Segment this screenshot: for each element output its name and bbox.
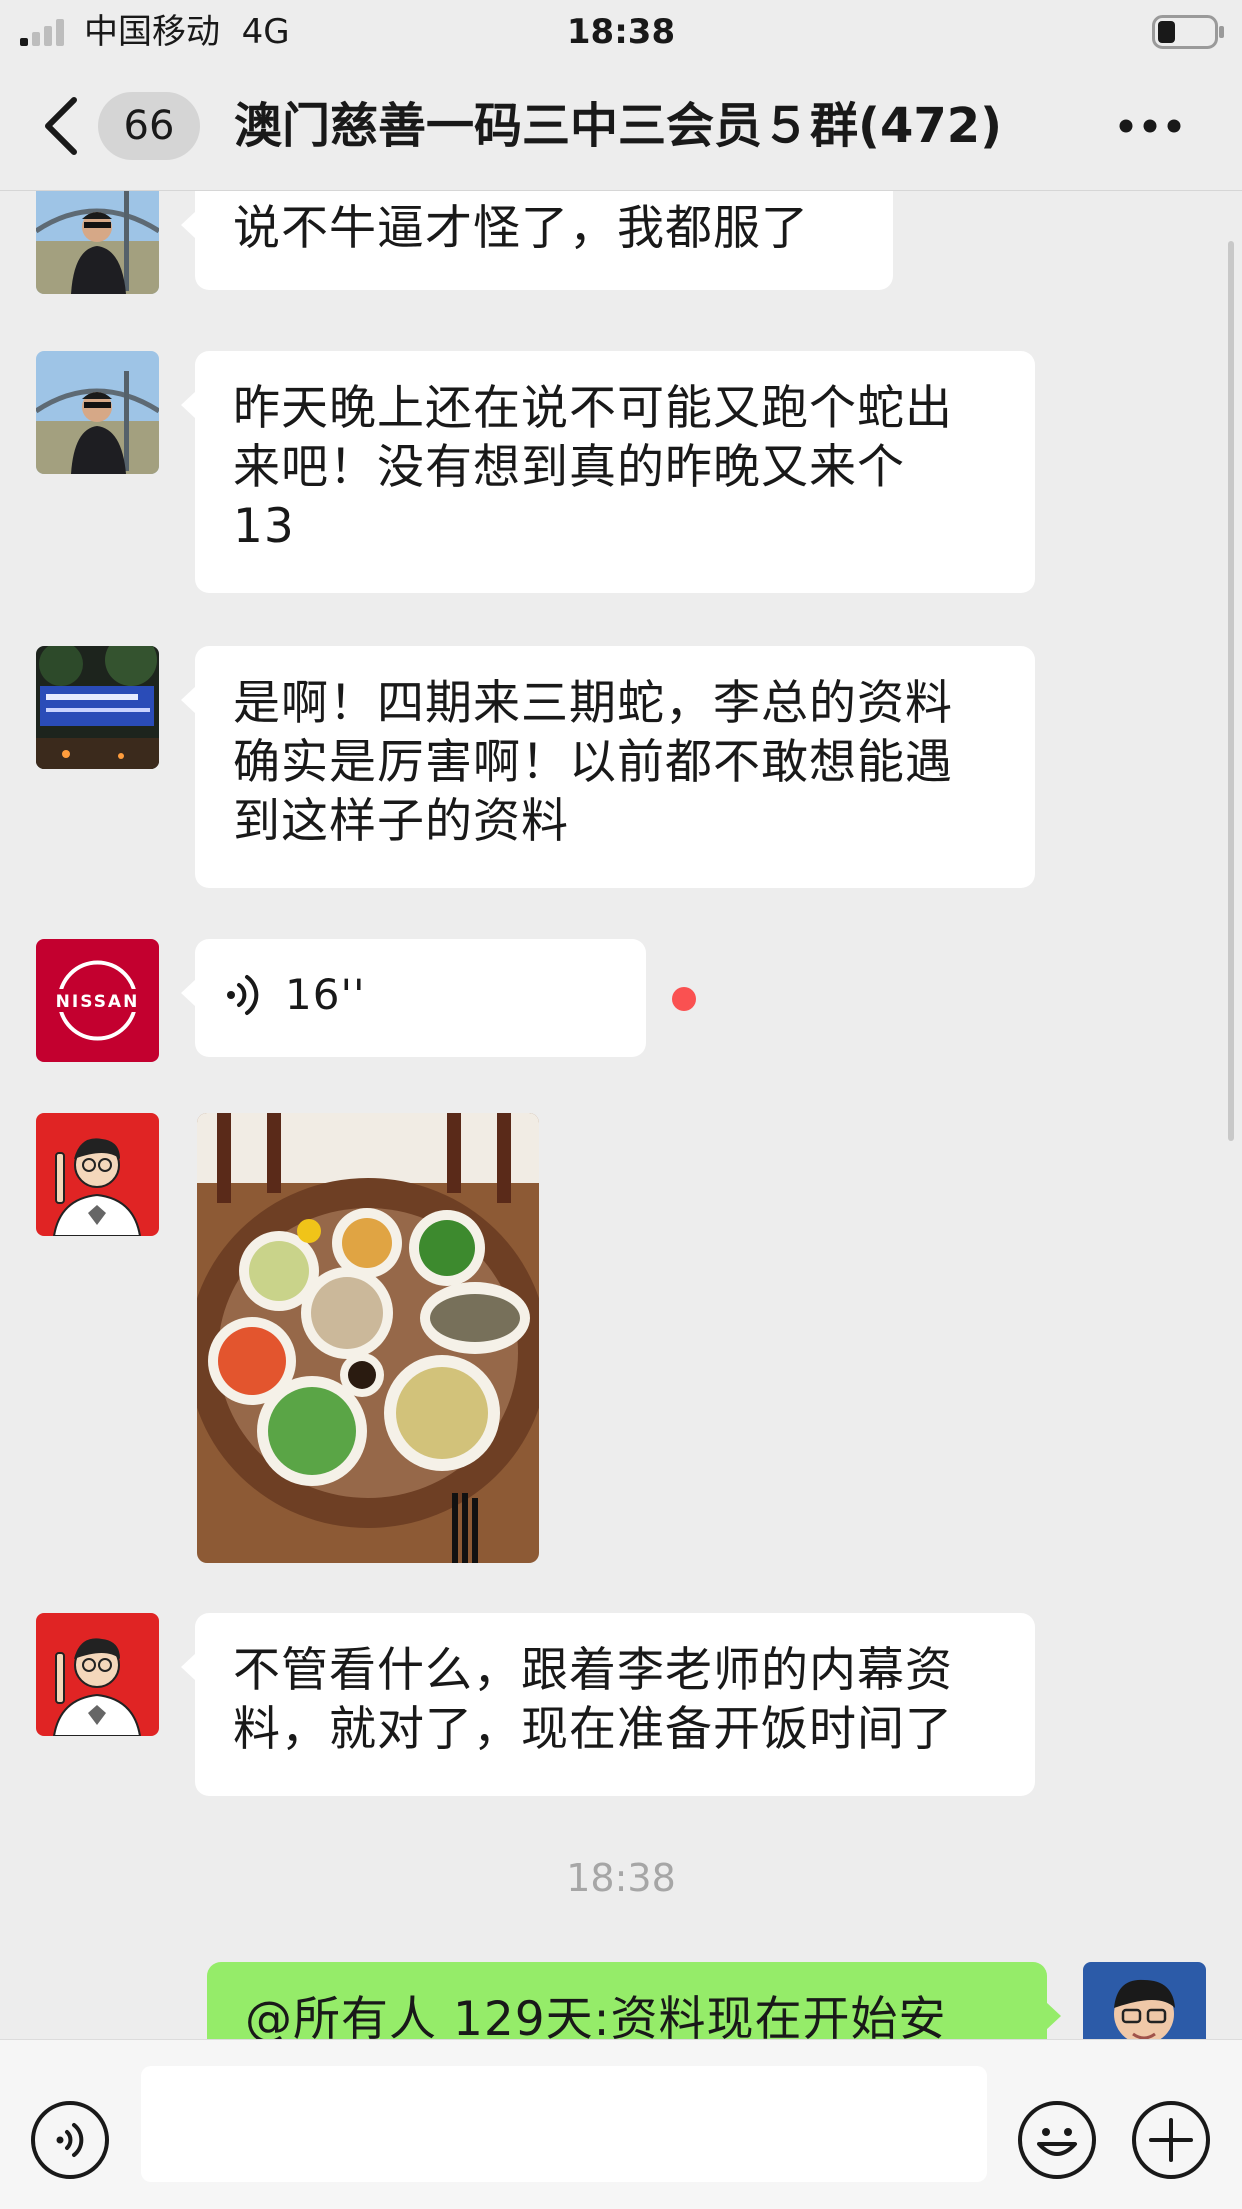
avatar-man-with-glasses[interactable] — [1083, 1962, 1206, 2039]
message-bubble[interactable]: 昨天晚上还在说不可能又跑个蛇出 来吧！没有想到真的昨晚又来个 13 — [181, 351, 1035, 593]
message-input[interactable] — [141, 2066, 987, 2182]
avatar-cartoon-man[interactable] — [36, 1613, 159, 1736]
chat-header: 66 澳门慈善一码三中三会员５群(472) — [0, 62, 1242, 191]
message-bubble[interactable]: 说不牛逼才怪了，我都服了 — [181, 191, 893, 290]
message-bubble[interactable]: 不管看什么，跟着李老师的内幕资 料，就对了，现在准备开饭时间了 — [181, 1613, 1035, 1796]
input-bar — [0, 2039, 1242, 2209]
food-photo[interactable] — [197, 1113, 539, 1563]
avatar-cartoon-man[interactable] — [36, 1113, 159, 1236]
unread-voice-dot — [672, 987, 696, 1011]
more-options-icon[interactable] — [1118, 118, 1182, 134]
unread-count-badge[interactable]: 66 — [98, 92, 200, 160]
avatar-street-sign[interactable] — [36, 646, 159, 769]
voice-wave-icon — [227, 975, 259, 1015]
voice-mode-icon[interactable] — [30, 2100, 110, 2180]
back-chevron-icon[interactable] — [38, 94, 84, 158]
self-message-bubble[interactable]: @所有人 129天:资料现在开始安 — [207, 1962, 1061, 2039]
emoji-icon[interactable] — [1017, 2100, 1097, 2180]
scrollbar[interactable] — [1228, 241, 1234, 1141]
avatar-nissan-logo[interactable]: NISSAN — [36, 939, 159, 1062]
voice-message-bubble[interactable]: 16'' — [181, 939, 646, 1057]
battery-icon — [1152, 15, 1224, 49]
time-divider: 18:38 — [566, 1856, 676, 1900]
plus-icon[interactable] — [1131, 2100, 1211, 2180]
avatar-man-in-suit[interactable] — [36, 191, 159, 294]
group-title: 澳门慈善一码三中三会员５群(472) — [234, 98, 1003, 154]
message-list[interactable]: 说不牛逼才怪了，我都服了 昨天晚上还在说不可能又跑个蛇出 来吧！没有想到真的昨晚… — [0, 191, 1242, 2039]
avatar-man-in-suit[interactable] — [36, 351, 159, 474]
status-bar: 中国移动 4G 18:38 — [0, 0, 1242, 62]
status-time: 18:38 — [566, 12, 676, 52]
svg-text:NISSAN: NISSAN — [56, 992, 140, 1012]
voice-duration: 16'' — [285, 970, 366, 1019]
message-bubble[interactable]: 是啊！四期来三期蛇，李总的资料 确实是厉害啊！以前都不敢想能遇 到这样子的资料 — [181, 646, 1035, 888]
